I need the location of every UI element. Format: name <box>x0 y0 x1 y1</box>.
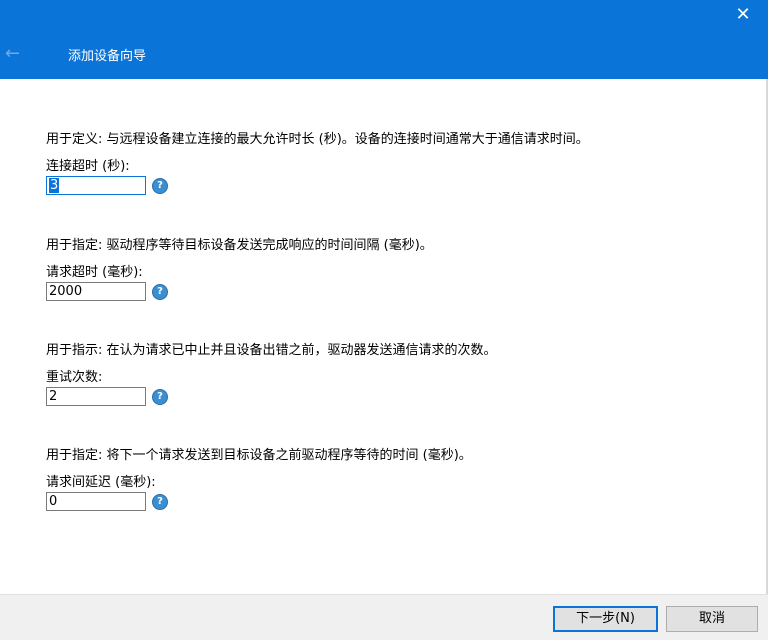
request-delay-input[interactable]: 0 <box>46 492 146 511</box>
next-button[interactable]: 下一步(N) <box>553 606 658 632</box>
request-timeout-label: 请求超时 (毫秒): <box>46 265 143 280</box>
retry-count-description: 用于指示: 在认为请求已中止并且设备出错之前，驱动器发送通信请求的次数。 <box>46 343 497 358</box>
help-icon[interactable]: ? <box>152 494 168 510</box>
request-timeout-description: 用于指定: 驱动程序等待目标设备发送完成响应的时间间隔 (毫秒)。 <box>46 238 433 253</box>
help-icon[interactable]: ? <box>152 389 168 405</box>
retry-count-input[interactable]: 2 <box>46 387 146 406</box>
help-icon[interactable]: ? <box>152 284 168 300</box>
request-timeout-input[interactable]: 2000 <box>46 282 146 301</box>
close-icon[interactable]: ✕ <box>732 4 754 26</box>
request-delay-description: 用于指定: 将下一个请求发送到目标设备之前驱动程序等待的时间 (毫秒)。 <box>46 448 472 463</box>
back-arrow-icon[interactable]: ← <box>5 44 25 64</box>
dialog-title: 添加设备向导 <box>68 49 147 64</box>
request-delay-label: 请求间延迟 (毫秒): <box>46 475 156 490</box>
connection-timeout-input[interactable]: 3 <box>46 176 146 195</box>
connection-timeout-label: 连接超时 (秒): <box>46 159 130 174</box>
retry-count-label: 重试次数: <box>46 370 103 385</box>
connection-timeout-value: 3 <box>49 178 60 193</box>
title-bar: ← 添加设备向导 ✕ <box>0 0 768 79</box>
connection-timeout-description: 用于定义: 与远程设备建立连接的最大允许时长 (秒)。设备的连接时间通常大于通信… <box>46 132 589 147</box>
help-icon[interactable]: ? <box>152 178 168 194</box>
cancel-button[interactable]: 取消 <box>666 606 758 632</box>
